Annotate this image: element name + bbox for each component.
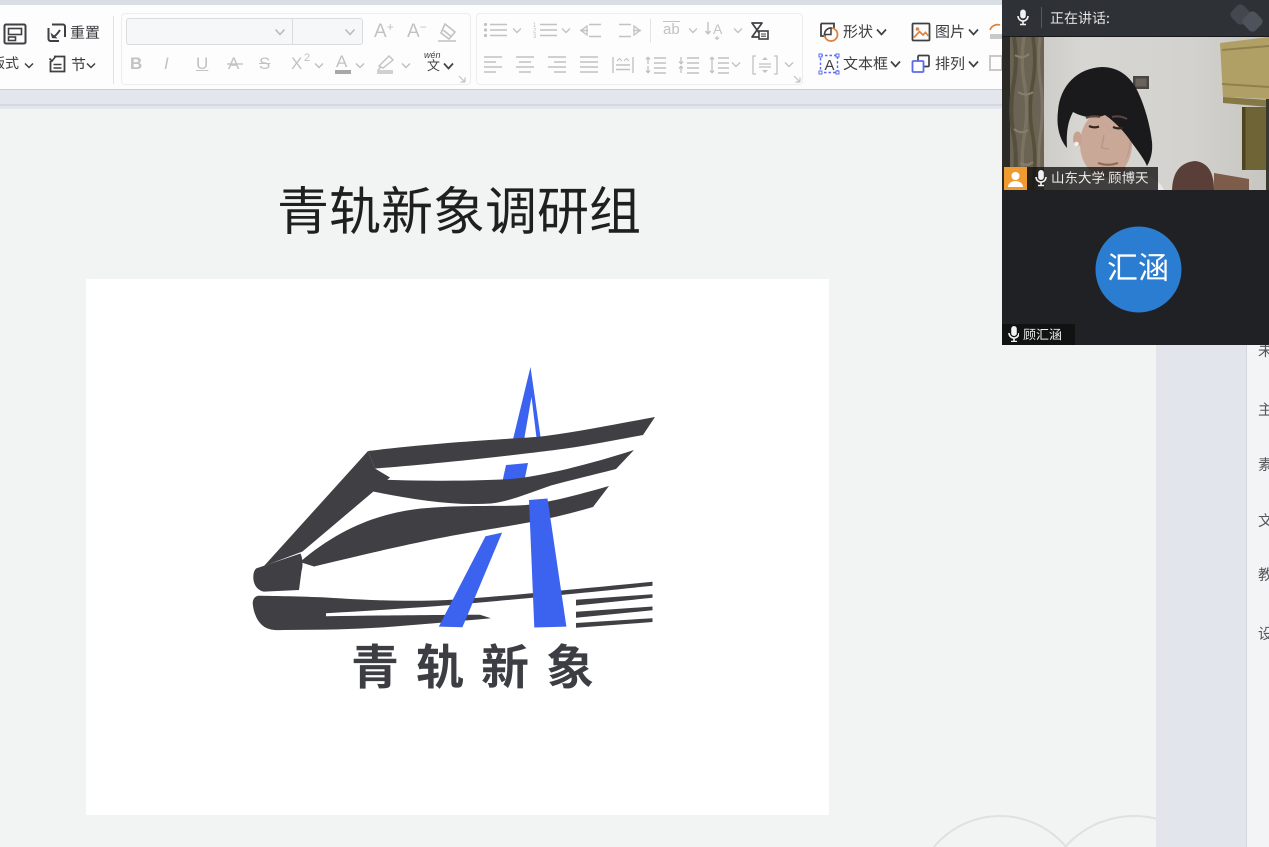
- svg-text:A: A: [825, 57, 835, 74]
- svg-text:3: 3: [533, 34, 537, 39]
- svg-text:A: A: [713, 21, 723, 37]
